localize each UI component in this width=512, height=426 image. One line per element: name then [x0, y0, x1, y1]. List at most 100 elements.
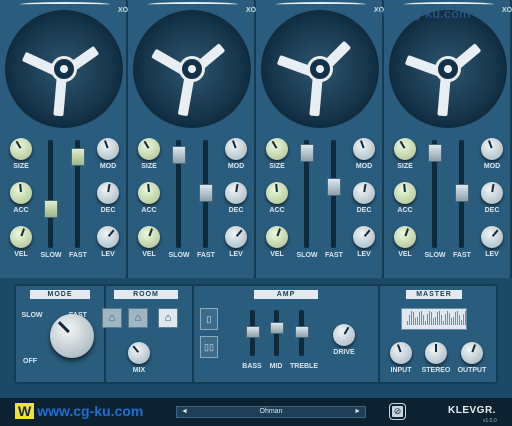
preset-selector[interactable]: ◄ Ohman ► [176, 406, 366, 418]
meter-bar [411, 311, 412, 325]
dec-knob[interactable] [225, 182, 247, 204]
fast-slider[interactable] [455, 184, 469, 202]
channel-strip-4: XO SIZE ACC VEL MOD DEC LEV SLOW FAST [384, 0, 512, 278]
meter-bar [435, 317, 436, 325]
lev-knob[interactable] [481, 226, 503, 248]
output-knob[interactable] [461, 342, 483, 364]
watermark-bottom: Wwww.cg-ku.com [15, 403, 143, 419]
mod-knob[interactable] [97, 138, 119, 160]
slow-slider[interactable] [44, 200, 58, 218]
size-knob[interactable] [266, 138, 288, 160]
fast-slider[interactable] [71, 148, 85, 166]
meter-bar [421, 311, 422, 325]
tape-reel[interactable] [5, 10, 123, 128]
tape-reel[interactable] [389, 10, 507, 128]
mode-title: MODE [30, 290, 90, 299]
fast-label: FAST [197, 252, 215, 259]
size-knob[interactable] [394, 138, 416, 160]
channel-strip-2: XO SIZE ACC VEL MOD DEC LEV SLOW FAST [128, 0, 256, 278]
acc-knob[interactable] [138, 182, 160, 204]
xo-toggle[interactable]: XO [502, 7, 512, 14]
meter-bar [457, 311, 458, 325]
treble-slider[interactable] [295, 326, 309, 338]
acc-label: ACC [397, 207, 413, 214]
settings-icon[interactable]: ⊘ [390, 404, 405, 419]
slow-slider[interactable] [172, 146, 186, 164]
mode-slow-label: SLOW [21, 312, 43, 319]
vel-knob[interactable] [394, 226, 416, 248]
divider [378, 286, 380, 382]
bass-slider[interactable] [246, 326, 260, 338]
size-knob[interactable] [138, 138, 160, 160]
meter-bar [451, 318, 452, 325]
mix-knob[interactable] [128, 342, 150, 364]
input-knob[interactable] [390, 342, 412, 364]
mod-knob[interactable] [353, 138, 375, 160]
lev-knob[interactable] [353, 226, 375, 248]
fast-label: FAST [453, 252, 471, 259]
bottom-panel: MODE SLOW FAST OFF ROOM ⌂ ⌂ ⌂ MIX ▯ ▯▯ A… [14, 284, 498, 384]
meter-bar [429, 311, 430, 325]
meter-bar [419, 312, 420, 325]
acc-knob[interactable] [10, 182, 32, 204]
brand-logo: KLEVGR. [448, 405, 496, 416]
mid-slider[interactable] [270, 322, 284, 334]
slow-slider[interactable] [428, 144, 442, 162]
vel-knob[interactable] [10, 226, 32, 248]
room-small-button[interactable]: ⌂ [102, 308, 122, 328]
vel-knob[interactable] [138, 226, 160, 248]
size-label: SIZE [13, 163, 29, 170]
mode-selector-knob[interactable] [50, 314, 94, 358]
lev-knob[interactable] [225, 226, 247, 248]
xo-toggle[interactable]: XO [246, 7, 256, 14]
room-medium-button[interactable]: ⌂ [128, 308, 148, 328]
preset-next-arrow[interactable]: ► [354, 407, 361, 417]
fast-slider[interactable] [327, 178, 341, 196]
divider [104, 286, 106, 382]
tape-single-button[interactable]: ▯ [200, 308, 218, 330]
acc-label: ACC [141, 207, 157, 214]
lev-knob[interactable] [97, 226, 119, 248]
slow-slider[interactable] [300, 144, 314, 162]
vel-knob[interactable] [266, 226, 288, 248]
xo-toggle[interactable]: XO [118, 7, 128, 14]
preset-name: Ohman [259, 408, 283, 415]
meter-bar [459, 315, 460, 325]
dec-knob[interactable] [481, 182, 503, 204]
acc-knob[interactable] [394, 182, 416, 204]
fast-slider[interactable] [199, 184, 213, 202]
meter-bar [407, 321, 408, 325]
mod-label: MOD [355, 163, 373, 170]
amp-title: AMP [254, 290, 318, 299]
meter-bar [449, 313, 450, 325]
stereo-knob[interactable] [425, 342, 447, 364]
reel-arc [148, 2, 238, 7]
tape-double-button[interactable]: ▯▯ [200, 336, 218, 358]
reel-hub [435, 56, 461, 82]
preset-prev-arrow[interactable]: ◄ [181, 407, 188, 417]
tape-reel[interactable] [261, 10, 379, 128]
watermark-top: www.cg-ku.com [372, 6, 471, 21]
drive-knob[interactable] [333, 324, 355, 346]
treble-label: TREBLE [290, 363, 318, 370]
meter-bar [413, 312, 414, 325]
size-knob[interactable] [10, 138, 32, 160]
mod-knob[interactable] [481, 138, 503, 160]
channel-strip-3: XO SIZE ACC VEL MOD DEC LEV SLOW FAST [256, 0, 384, 278]
output-meter [401, 308, 467, 330]
dec-label: DEC [356, 207, 372, 214]
drive-label: DRIVE [333, 349, 355, 356]
dec-knob[interactable] [97, 182, 119, 204]
meter-bar [463, 314, 464, 325]
tape-reel[interactable] [133, 10, 251, 128]
mod-knob[interactable] [225, 138, 247, 160]
acc-label: ACC [13, 207, 29, 214]
meter-bar [437, 312, 438, 325]
dec-knob[interactable] [353, 182, 375, 204]
version-label: v1.0.0 [483, 418, 497, 424]
meter-bar [427, 314, 428, 325]
room-large-button[interactable]: ⌂ [158, 308, 178, 328]
acc-knob[interactable] [266, 182, 288, 204]
meter-bar [445, 314, 446, 325]
meter-bar [409, 315, 410, 325]
